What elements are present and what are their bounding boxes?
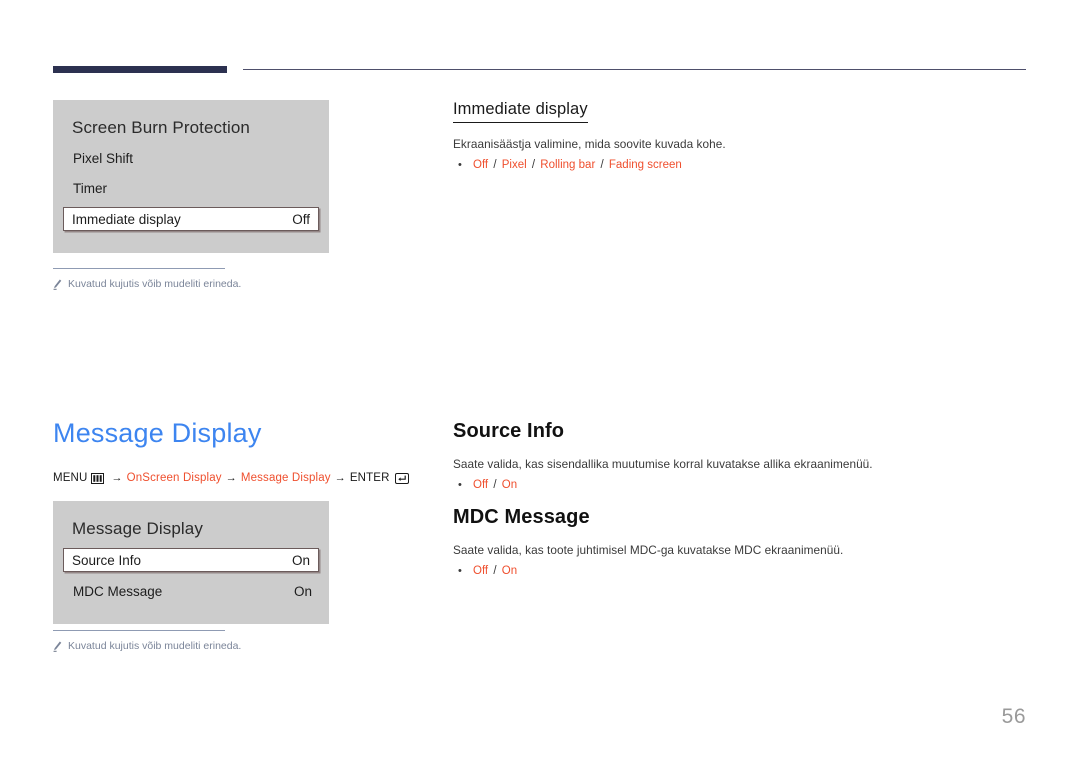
footnote-text: Kuvatud kujutis võib mudeliti erineda. (68, 640, 242, 652)
document-page: Screen Burn Protection Pixel Shift Timer… (0, 0, 1080, 763)
footnote-rule (53, 630, 225, 631)
article-immediate-display: Immediate display Ekraanisäästja valimin… (453, 100, 1028, 173)
option-separator: / (600, 159, 604, 171)
osd-row-value: On (291, 552, 310, 568)
osd-panel-message-display: Message Display Source Info On MDC Messa… (53, 501, 329, 624)
option-value: On (501, 565, 518, 577)
menu-path-enter-label: ENTER (349, 472, 390, 484)
menu-path-breadcrumb: MENU → OnScreen Display → Message Displa… (53, 472, 409, 484)
menu-grid-icon (91, 472, 105, 484)
pencil-icon (53, 641, 62, 652)
options-list: Off / On (473, 478, 517, 493)
page-number: 56 (1001, 705, 1026, 728)
options-bullet-line: • Off / On (453, 478, 1028, 493)
osd-panel-title: Screen Burn Protection (72, 118, 250, 137)
option-separator: / (493, 479, 497, 491)
osd-row-label: Timer (73, 180, 107, 196)
article-source-info: Source Info Saate valida, kas sisendalli… (453, 420, 1028, 493)
option-value: Rolling bar (540, 159, 596, 171)
page-header-rules (53, 66, 1026, 76)
option-value: Off (473, 159, 489, 171)
options-list: Off / On (473, 564, 517, 579)
options-list: Off / Pixel / Rolling bar / Fading scree… (473, 158, 682, 173)
option-value: Off (473, 565, 489, 577)
footnote-line: Kuvatud kujutis võib mudeliti erineda. (53, 640, 353, 653)
header-accent-bar (53, 66, 227, 73)
option-value: Fading screen (608, 159, 682, 171)
options-bullet-line: • Off / On (453, 564, 1028, 579)
options-bullet-line: • Off / Pixel / Rolling bar / Fading scr… (453, 158, 1028, 173)
menu-path-arrow: → (111, 472, 123, 484)
menu-path-arrow: → (225, 472, 237, 484)
article-mdc-message: MDC Message Saate valida, kas toote juht… (453, 506, 1028, 579)
osd-row[interactable]: Timer (64, 177, 318, 199)
bullet-icon: • (458, 159, 462, 171)
osd-panel-screen-burn-protection: Screen Burn Protection Pixel Shift Timer… (53, 100, 329, 253)
bullet-icon: • (458, 565, 462, 577)
header-thin-rule (243, 69, 1026, 70)
option-separator: / (493, 159, 497, 171)
article-description: Saate valida, kas sisendallika muutumise… (453, 457, 873, 471)
osd-row[interactable]: MDC Message On (64, 580, 318, 602)
footnote-text: Kuvatud kujutis võib mudeliti erineda. (68, 278, 242, 290)
osd-row-value: On (293, 583, 312, 599)
footnote-rule (53, 268, 225, 269)
osd-row-label: Immediate display (72, 211, 181, 227)
article-description: Saate valida, kas toote juhtimisel MDC-g… (453, 543, 844, 557)
article-heading: Source Info (453, 420, 565, 442)
osd-row[interactable]: Pixel Shift (64, 147, 318, 169)
footnote-line: Kuvatud kujutis võib mudeliti erineda. (53, 278, 353, 291)
menu-path-menu-label: MENU (53, 472, 88, 484)
section-heading-message-display: Message Display (53, 418, 262, 448)
option-value: Off (473, 479, 489, 491)
article-heading: Immediate display (453, 100, 588, 123)
footnote-top: Kuvatud kujutis võib mudeliti erineda. (53, 268, 353, 291)
bullet-icon: • (458, 479, 462, 491)
menu-path-arrow: → (334, 472, 346, 484)
osd-row-selected[interactable]: Immediate display Off (63, 207, 319, 231)
footnote-bottom: Kuvatud kujutis võib mudeliti erineda. (53, 630, 353, 653)
option-value: Pixel (501, 159, 527, 171)
pencil-icon (53, 279, 62, 290)
article-heading: MDC Message (453, 506, 590, 528)
option-separator: / (493, 565, 497, 577)
article-description: Ekraanisäästja valimine, mida soovite ku… (453, 137, 726, 151)
osd-row-selected[interactable]: Source Info On (63, 548, 319, 572)
osd-row-label: Source Info (72, 552, 142, 568)
osd-row-value: Off (292, 211, 310, 227)
enter-key-icon (394, 472, 409, 484)
option-value: On (501, 479, 518, 491)
osd-row-label: Pixel Shift (73, 150, 134, 166)
osd-row-label: MDC Message (73, 583, 163, 599)
osd-panel-title: Message Display (72, 519, 203, 538)
option-separator: / (531, 159, 536, 171)
menu-path-step-1: OnScreen Display (126, 472, 222, 484)
menu-path-step-2: Message Display (240, 472, 331, 484)
